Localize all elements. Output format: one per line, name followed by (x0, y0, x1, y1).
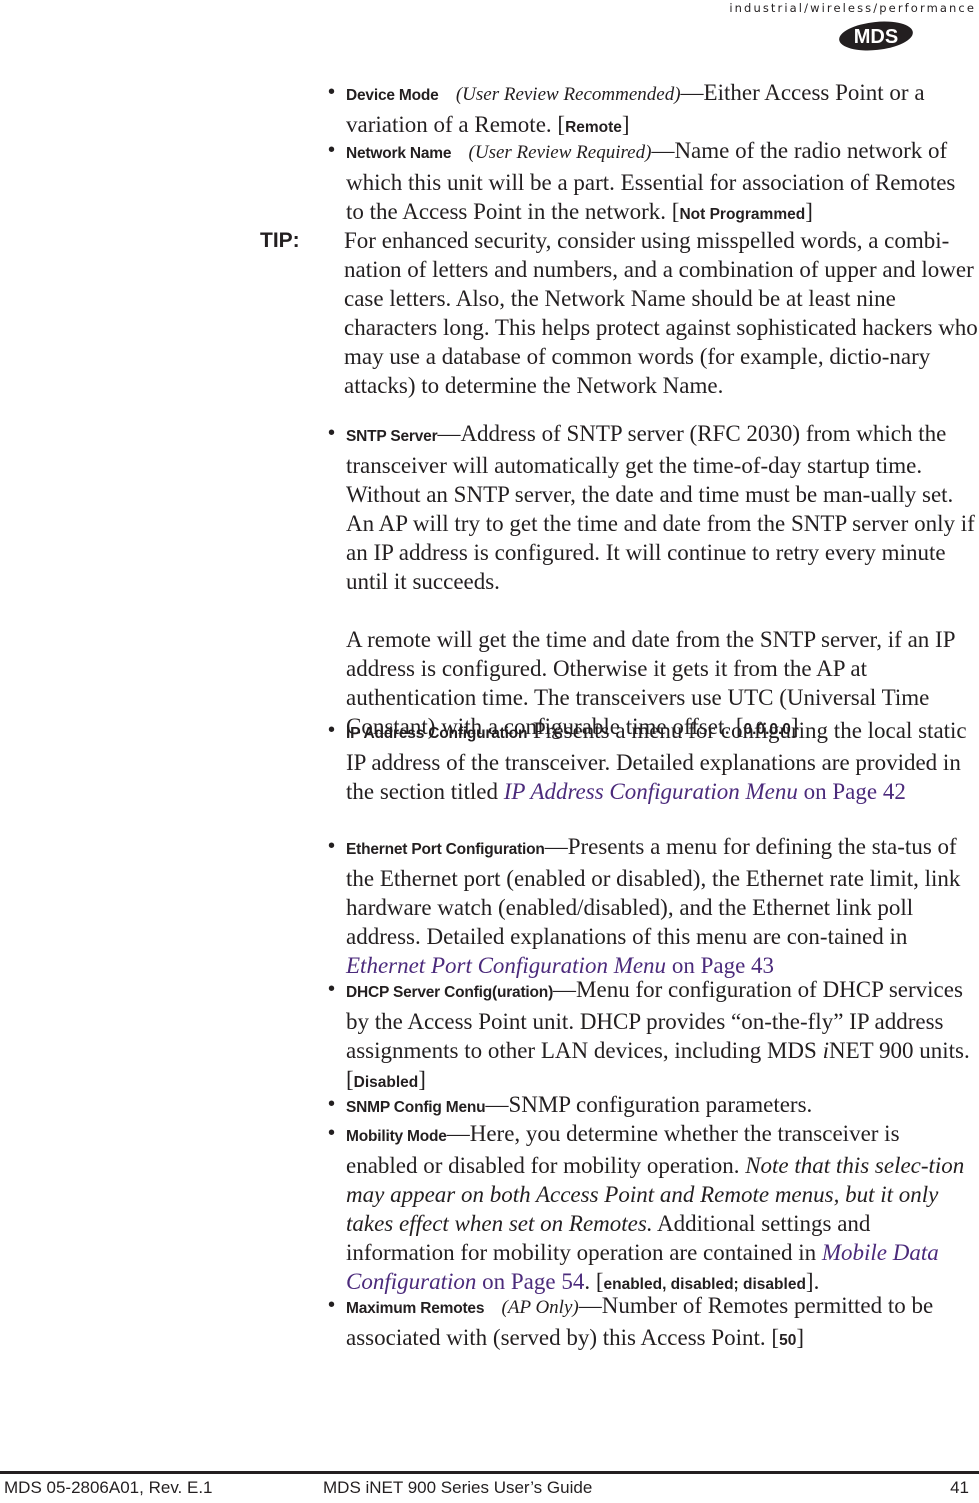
bracket-close: ] (796, 1325, 805, 1350)
link-ip-address-configuration-menu[interactable]: IP Address Configuration Menu (504, 779, 798, 804)
list-item-device-mode: • Device Mode (User Review Recommended)—… (328, 78, 976, 142)
default-value: Disabled (353, 1074, 419, 1091)
tip-text: For enhanced security, consider using mi… (344, 228, 978, 398)
list-item-maximum-remotes: • Maximum Remotes (AP Only)—Number of Re… (328, 1291, 976, 1355)
term-label: IP Address Configuration (346, 725, 528, 742)
list-item-snmp-config-menu: • SNMP Config Menu—SNMP configuration pa… (328, 1090, 976, 1122)
term-label: Network Name (346, 145, 452, 162)
bracket-close: ] (621, 112, 630, 137)
bullet-icon: • (328, 1093, 336, 1115)
term-label: DHCP Server Config(uration) (346, 984, 554, 1001)
list-item-sntp-server: • SNTP Server—Address of SNTP server (RF… (328, 419, 976, 744)
term-label: SNMP Config Menu (346, 1099, 486, 1116)
bullet-icon: • (328, 81, 336, 103)
term-note: (User Review Recommended) (455, 84, 681, 105)
bullet-icon: • (328, 422, 336, 444)
term-label: SNTP Server (346, 428, 438, 445)
default-value: Remote (565, 119, 622, 136)
list-item-network-name: • Network Name (User Review Required)—Na… (328, 136, 976, 229)
term-label: Mobility Mode (346, 1128, 447, 1145)
default-value: Not Programmed (679, 206, 806, 223)
footer-divider (0, 1471, 979, 1474)
tip-block: TIP: For enhanced security, consider usi… (260, 226, 979, 400)
list-item-ip-address-configuration: • IP Address Configuration Presents a me… (328, 716, 976, 806)
term-label: Maximum Remotes (346, 1300, 485, 1317)
term-note: (AP Only) (501, 1297, 579, 1318)
list-item-ethernet-port-configuration: • Ethernet Port Configuration—Presents a… (328, 832, 976, 980)
list-item-dhcp-server-config: • DHCP Server Config(uration)—Menu for c… (328, 975, 976, 1097)
bullet-icon: • (328, 1122, 336, 1144)
bullet-icon: • (328, 719, 336, 741)
mds-logo: MDS (839, 21, 913, 51)
bullet-icon: • (328, 139, 336, 161)
bracket-close: ] (805, 199, 813, 224)
footer-title: MDS iNET 900 Series User’s Guide (323, 1478, 593, 1497)
item-text: —SNMP configuration parameters. (485, 1092, 813, 1117)
bullet-icon: • (328, 978, 336, 1000)
term-note: (User Review Required) (468, 142, 652, 163)
brand-tagline: industrial/wireless/performance (729, 1, 976, 15)
link-page-42[interactable]: on Page 42 (798, 779, 906, 804)
list-item-mobility-mode: • Mobility Mode—Here, you determine whet… (328, 1119, 976, 1299)
bracket-close: ] (418, 1067, 426, 1092)
term-label: Device Mode (346, 87, 439, 104)
term-label: Ethernet Port Configuration (346, 841, 545, 858)
page-number: 41 (950, 1478, 969, 1497)
logo-text: MDS (854, 26, 898, 48)
default-value: 50 (779, 1332, 797, 1349)
tip-label: TIP: (260, 229, 300, 252)
item-text: —Address of SNTP server (RFC 2030) from … (346, 421, 975, 594)
footer-doc-id: MDS 05-2806A01, Rev. E.1 (4, 1478, 213, 1497)
bullet-icon: • (328, 835, 336, 857)
bullet-icon: • (328, 1294, 336, 1316)
